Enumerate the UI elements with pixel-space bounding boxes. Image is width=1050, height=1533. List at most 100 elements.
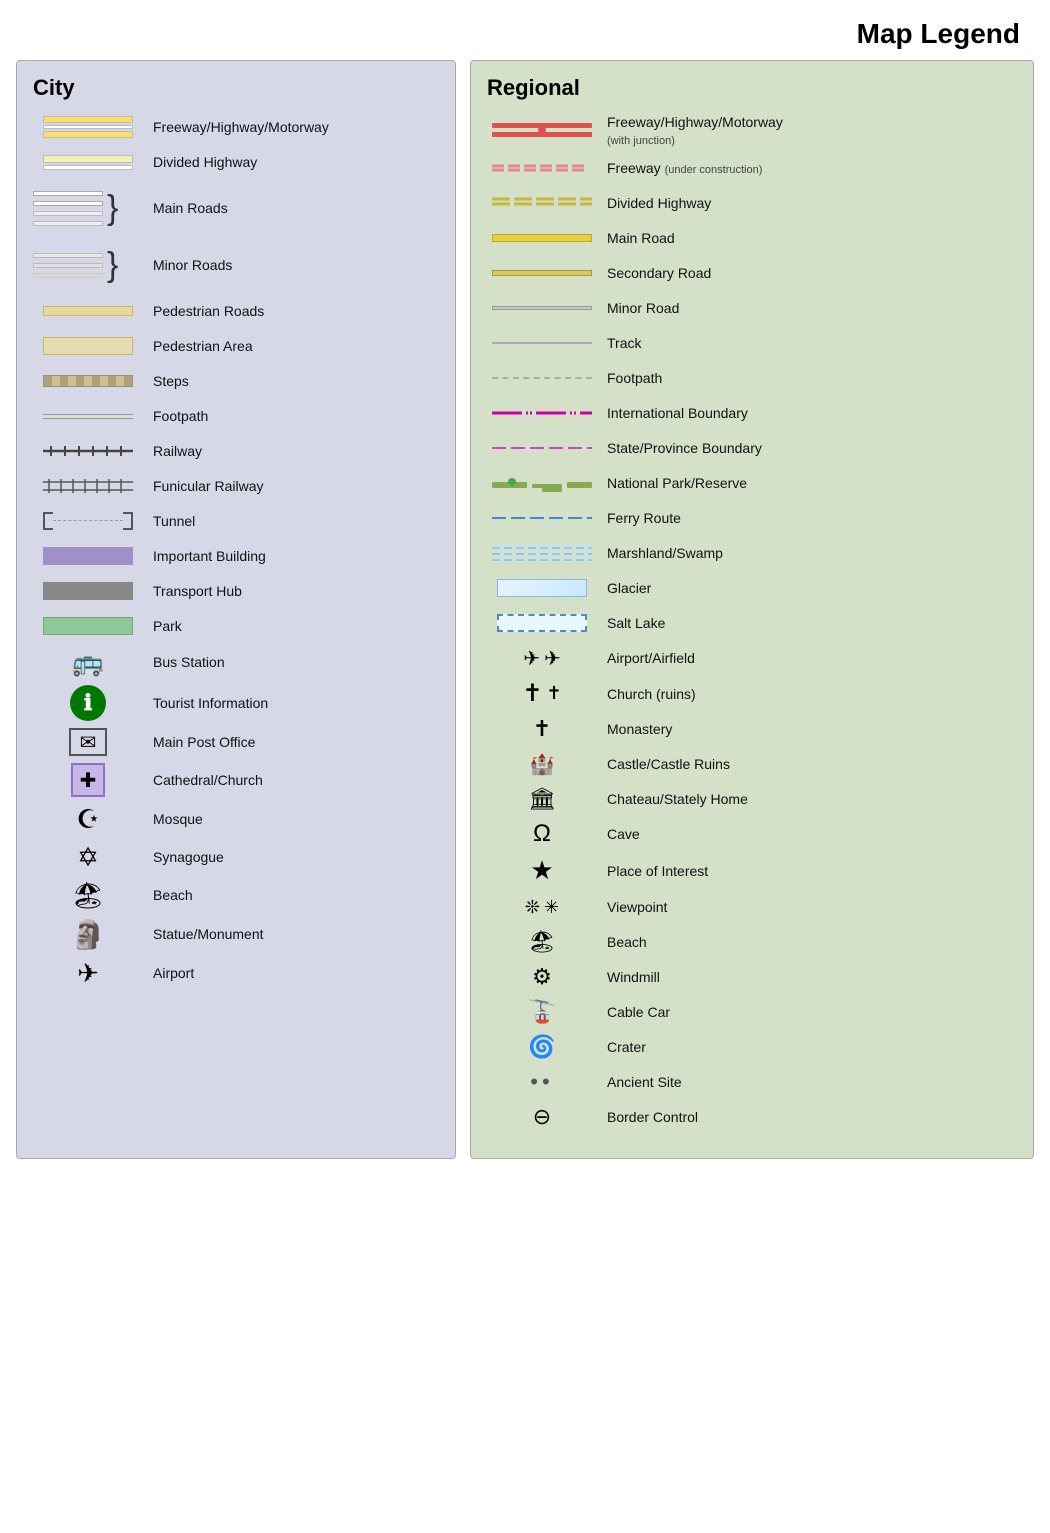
pedestrian-area-label: Pedestrian Area [143,337,253,355]
airport-city-label: Airport [143,964,194,982]
list-item: Transport Hub [33,577,439,605]
reg-freeway-const-label-block: Freeway (under construction) [597,159,762,177]
list-item: Park [33,612,439,640]
reg-monastery-label: Monastery [597,720,672,738]
list-item: Minor Road [487,294,1017,322]
beach-city-icon: 🏖 [58,880,118,911]
list-item: Tunnel [33,507,439,535]
list-item: Steps [33,367,439,395]
list-item: Salt Lake [487,609,1017,637]
tunnel-bracket [123,512,133,530]
list-item: Freeway (under construction) [487,154,1017,182]
tourist-info-symbol: ℹ [33,685,143,721]
footpath-line [43,414,133,419]
reg-freeway-label-block: Freeway/Highway/Motorway (with junction) [597,113,783,147]
park-label: Park [143,617,182,635]
list-item: Marshland/Swamp [487,539,1017,567]
steps-label: Steps [143,372,189,390]
reg-cave-label: Cave [597,825,640,843]
list-item: ✉ Main Post Office [33,728,439,756]
reg-freeway-const-symbol [487,163,597,173]
ferry-route-svg [492,516,592,521]
reg-cave-icon: Ω [517,820,567,848]
important-building-symbol [33,547,143,565]
reg-cable-car-label: Cable Car [597,1003,670,1021]
funicular-symbol [33,479,143,493]
list-item: 🚡 Cable Car [487,998,1017,1026]
page-title: Map Legend [0,0,1050,60]
reg-freeway-svg [492,123,592,137]
reg-glacier-label: Glacier [597,579,651,597]
statue-label: Statue/Monument [143,925,264,943]
reg-marsh-label: Marshland/Swamp [597,544,723,562]
reg-border-icon: ⊖ [517,1104,567,1130]
list-item: 🏖 Beach [487,928,1017,956]
reg-windmill-icon: ⚙ [517,964,567,990]
airplane-small-icon: ✈ [544,646,561,671]
brace-lines [33,253,103,278]
brace-group: } [33,248,143,282]
reg-crater-label: Crater [597,1038,646,1056]
reg-windmill-symbol: ⚙ [487,964,597,990]
post-office-label: Main Post Office [143,733,255,751]
pedestrian-road-line [43,306,133,316]
tunnel-symbol [33,511,143,531]
mosque-label: Mosque [143,810,203,828]
reg-track-line [492,342,592,344]
list-item: Funicular Railway [33,472,439,500]
list-item: National Park/Reserve [487,469,1017,497]
list-item: ❊ ✳ Viewpoint [487,893,1017,921]
cross-ruins-icon: ✝ [547,683,562,704]
park-symbol [33,617,143,635]
reg-national-park-symbol [487,474,597,492]
road-line [33,201,103,206]
viewpoint-icon-2: ✳ [544,897,559,918]
mosque-symbol: ☪ [33,804,143,835]
road-line [33,211,103,216]
mosque-icon: ☪ [58,804,118,835]
road-line [33,191,103,196]
freeway-label: Freeway/Highway/Motorway [143,118,329,136]
railway-symbol [33,445,143,457]
reg-minor-road-line [492,306,592,310]
synagogue-label: Synagogue [143,848,224,866]
reg-chateau-label: Chateau/Stately Home [597,790,748,808]
list-item: State/Province Boundary [487,434,1017,462]
list-item: International Boundary [487,399,1017,427]
bus-icon: 🚌 [58,647,118,678]
reg-main-road-symbol [487,234,597,242]
reg-monastery-symbol: ✝ [487,716,597,742]
reg-salt-lake-symbol [487,614,597,632]
list-item: Footpath [33,402,439,430]
reg-cable-car-symbol: 🚡 [487,999,597,1025]
road-line [33,263,103,268]
reg-main-road-label: Main Road [597,229,675,247]
reg-cave-symbol: Ω [487,820,597,848]
reg-ancient-symbol: •• [487,1069,597,1095]
reg-minor-road-label: Minor Road [597,299,679,317]
pedestrian-area-symbol [33,337,143,355]
columns-container: City Freeway/Highway/Motorway Divided Hi… [0,60,1050,1179]
list-item: Main Road [487,224,1017,252]
reg-border-symbol: ⊖ [487,1104,597,1130]
reg-minor-road-symbol [487,306,597,310]
post-office-icon: ✉ [69,728,107,756]
reg-freeway-symbol [487,123,597,137]
tourist-info-label: Tourist Information [143,694,268,712]
reg-church-label: Church (ruins) [597,685,696,703]
reg-poi-symbol: ★ [487,855,597,886]
main-roads-label: Main Roads [143,199,228,217]
reg-national-park-label: National Park/Reserve [597,474,747,492]
airplane-icon: ✈ [523,646,540,671]
main-roads-symbol: } [33,191,143,226]
reg-viewpoint-label: Viewpoint [597,898,667,916]
freeway-symbol [33,116,143,138]
list-item: Track [487,329,1017,357]
synagogue-icon: ✡ [58,842,118,873]
airport-city-symbol: ✈ [33,958,143,989]
reg-crater-symbol: 🌀 [487,1034,597,1060]
list-item: } Minor Roads [33,240,439,290]
reg-windmill-label: Windmill [597,968,660,986]
reg-main-road-line [492,234,592,242]
reg-marsh-symbol [487,543,597,563]
